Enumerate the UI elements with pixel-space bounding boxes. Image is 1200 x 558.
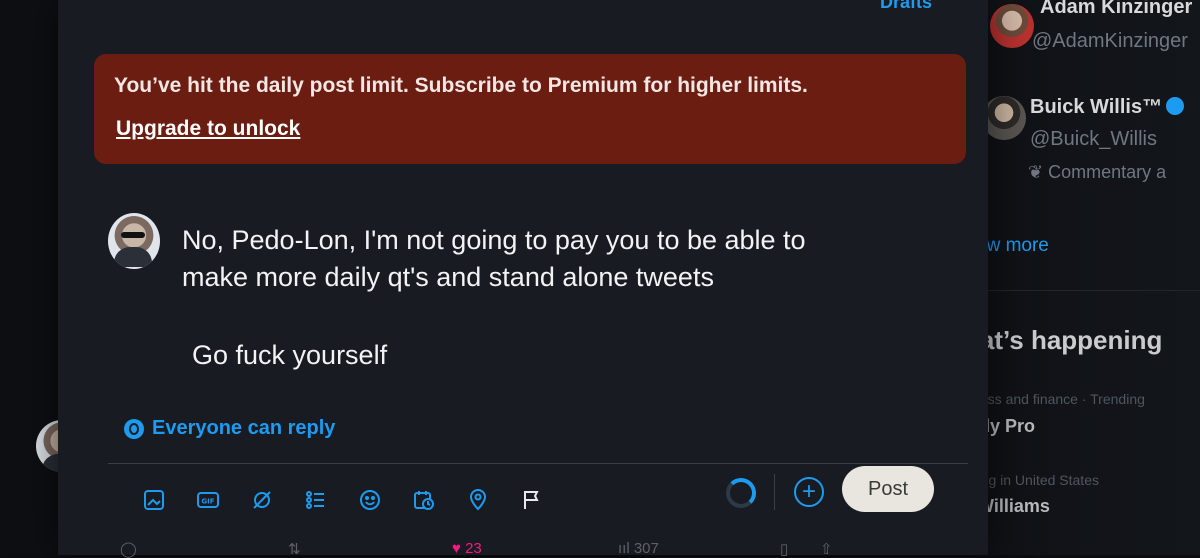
image-icon[interactable] bbox=[138, 484, 170, 516]
account-handle-adam: @AdamKinzinger bbox=[1032, 30, 1188, 52]
emoji-icon[interactable] bbox=[354, 484, 386, 516]
post-textarea[interactable]: No, Pedo-Lon, I'm not going to pay you t… bbox=[182, 222, 922, 296]
verified-badge-icon bbox=[1166, 97, 1185, 115]
svg-text:GIF: GIF bbox=[201, 498, 214, 506]
heart-icon: ♥ bbox=[452, 540, 466, 557]
post-line-1: No, Pedo-Lon, I'm not going to pay you t… bbox=[182, 225, 806, 255]
timeline-actions: ◯ ⇅ ♥ 23 ııl 307 ▯ ⇧ bbox=[0, 540, 960, 558]
account-name-buick[interactable]: Buick Willis™ bbox=[1030, 96, 1185, 119]
avatar-sunglasses bbox=[121, 232, 145, 238]
account-name-buick-text: Buick Willis™ bbox=[1030, 96, 1163, 118]
gif-icon[interactable]: GIF bbox=[192, 484, 224, 516]
reply-setting-button[interactable]: Everyone can reply bbox=[124, 417, 335, 440]
account-avatar-adam[interactable] bbox=[990, 4, 1034, 48]
repost-icon[interactable]: ⇅ bbox=[288, 540, 301, 558]
drafts-link[interactable]: Drafts bbox=[880, 0, 932, 13]
post-button[interactable]: Post bbox=[842, 466, 934, 512]
character-count-ring bbox=[726, 478, 756, 508]
account-name-adam[interactable]: Adam Kinzinger bbox=[1040, 0, 1192, 19]
reply-icon[interactable]: ◯ bbox=[120, 540, 137, 558]
composer-divider bbox=[108, 463, 968, 464]
upgrade-link[interactable]: Upgrade to unlock bbox=[116, 117, 300, 141]
trend-context-1: siness and finance · Trending bbox=[962, 391, 1145, 407]
view-count: 307 bbox=[633, 540, 659, 557]
account-bio-buick: ❦ Commentary a bbox=[1028, 162, 1166, 183]
theater-masks-icon: ❦ bbox=[1028, 162, 1049, 182]
composer-avatar[interactable] bbox=[108, 213, 160, 269]
grok-icon[interactable] bbox=[246, 484, 278, 516]
post-limit-banner: You’ve hit the daily post limit. Subscri… bbox=[94, 54, 966, 164]
post-line-2: make more daily qt's and stand alone twe… bbox=[182, 262, 714, 292]
add-post-button[interactable]: + bbox=[794, 477, 824, 507]
views-button[interactable]: ııl 307 bbox=[618, 540, 659, 557]
banner-message: You’ve hit the daily post limit. Subscri… bbox=[114, 74, 808, 97]
avatar-suit bbox=[114, 247, 152, 267]
like-button[interactable]: ♥ 23 bbox=[452, 540, 482, 557]
account-bio-text: Commentary a bbox=[1048, 162, 1167, 182]
like-count: 23 bbox=[465, 540, 482, 557]
poll-icon[interactable] bbox=[300, 484, 332, 516]
left-column bbox=[0, 0, 88, 555]
account-handle-buick: @Buick_Willis bbox=[1030, 128, 1157, 150]
bookmark-icon[interactable]: ▯ bbox=[780, 540, 788, 558]
composer-toolbar: GIF bbox=[138, 478, 548, 522]
reply-setting-label: Everyone can reply bbox=[152, 417, 336, 439]
location-icon[interactable] bbox=[462, 484, 494, 516]
schedule-icon[interactable] bbox=[408, 484, 440, 516]
flag-icon[interactable] bbox=[516, 484, 548, 516]
post-line-3[interactable]: Go fuck yourself bbox=[192, 340, 387, 371]
views-icon: ııl bbox=[618, 540, 634, 557]
share-icon[interactable]: ⇧ bbox=[820, 540, 833, 558]
sidebar-divider bbox=[962, 290, 1200, 291]
compose-modal: Drafts You’ve hit the daily post limit. … bbox=[58, 0, 988, 555]
toolbar-separator bbox=[774, 474, 775, 510]
globe-icon bbox=[124, 418, 144, 439]
whats-happening-heading: hat’s happening bbox=[964, 325, 1163, 355]
account-avatar-buick[interactable] bbox=[982, 96, 1026, 140]
